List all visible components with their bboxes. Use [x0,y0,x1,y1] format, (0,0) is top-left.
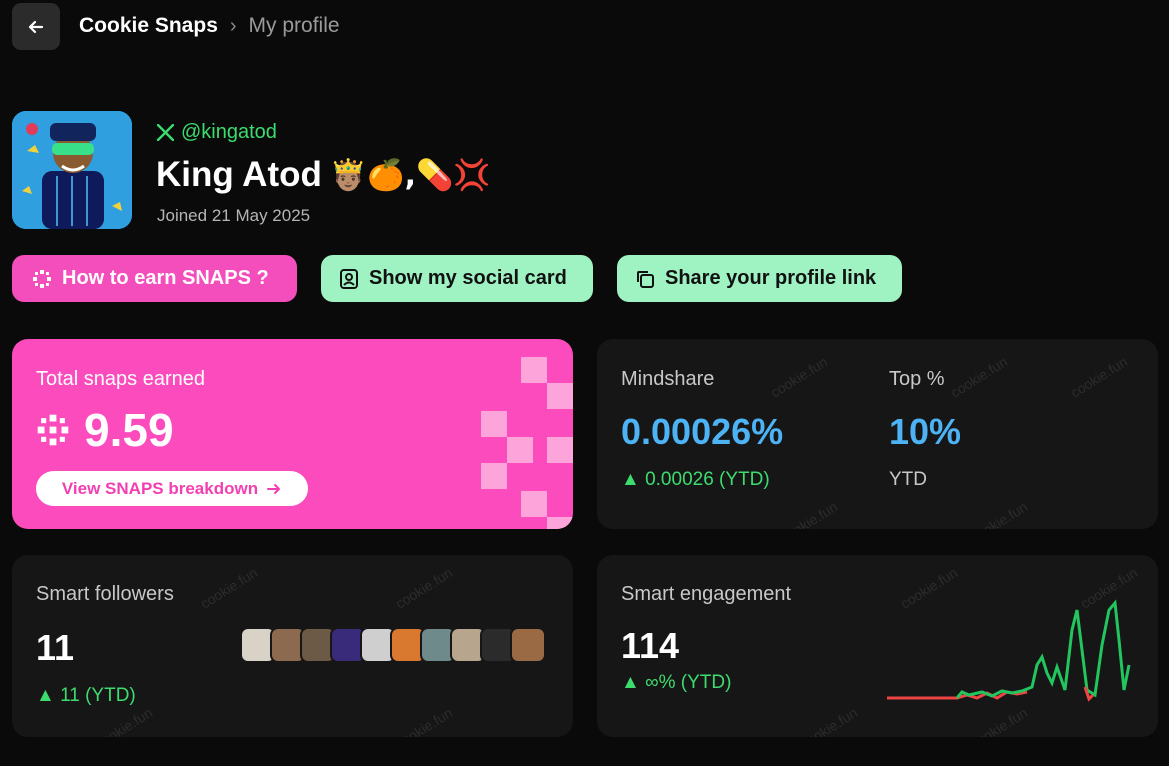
mindshare-delta: ▲ 0.00026 (YTD) [621,469,770,490]
arrow-right-icon [267,483,281,494]
engagement-sparkline [887,599,1131,702]
watermark: cookie.fun [392,564,456,612]
snaps-value-text: 9.59 [84,404,174,456]
watermark: cookie.fun [1067,353,1131,401]
profile-name: King Atod 🤴🏽🍊,💊💢 [156,155,491,195]
x-logo-icon [157,124,174,141]
snaps-icon [37,414,69,446]
follower-avatar[interactable] [510,627,546,663]
avatar [12,111,132,229]
smart-followers-delta: ▲ 11 (YTD) [36,685,136,706]
snaps-value: 9.59 [36,403,174,457]
chevron-right-icon: › [229,14,237,37]
social-card-button[interactable]: Show my social card [321,255,593,302]
handle-text: @kingatod [181,121,277,143]
copy-icon [637,270,654,288]
share-profile-button[interactable]: Share your profile link [617,255,902,302]
watermark: cookie.fun [767,353,831,401]
x-handle[interactable]: @kingatod [157,121,277,144]
watermark: cookie.fun [197,564,261,612]
breakdown-label: View SNAPS breakdown [61,478,259,498]
follower-avatars[interactable] [240,627,546,663]
top-percent-value: 10% [889,411,962,452]
smart-engagement-label: Smart engagement [621,583,792,605]
watermark: cookie.fun [797,704,861,737]
watermark: cookie.fun [947,353,1011,401]
smart-engagement-delta: ▲ ∞% (YTD) [621,672,732,693]
watermark: cookie.fun [967,498,1031,529]
smart-followers-value: 11 [36,627,75,668]
how-to-earn-button[interactable]: How to earn SNAPS ? [12,255,297,302]
id-card-icon [340,268,358,289]
snaps-icon [33,269,51,288]
snaps-label: Total snaps earned [36,368,206,390]
joined-date: Joined 21 May 2025 [157,206,311,225]
name-text: King Atod [156,155,322,194]
top-percent-period: YTD [889,469,927,490]
name-emoji: 🤴🏽🍊,💊💢 [329,157,491,193]
watermark: cookie.fun [392,704,456,737]
mindshare-value: 0.00026% [621,411,784,452]
mindshare-label: Mindshare [621,368,715,390]
arrow-left-icon [28,20,44,33]
mindshare-card: cookie.fun cookie.fun cookie.fun cookie.… [597,339,1158,529]
watermark: cookie.fun [777,498,841,529]
pixel-decoration [481,357,573,529]
sparkline-rising-segment [955,599,1131,699]
snaps-card: Total snaps earned 9.59 View SNAPS break… [12,339,573,529]
back-button[interactable] [12,3,60,50]
snaps-breakdown-button[interactable]: View SNAPS breakdown [36,471,308,506]
breadcrumb: Cookie Snaps › My profile [79,14,340,38]
how-to-earn-label: How to earn SNAPS ? [62,267,269,289]
breadcrumb-current: My profile [248,14,340,37]
smart-followers-label: Smart followers [36,583,174,605]
share-profile-label: Share your profile link [665,267,877,289]
smart-engagement-value: 114 [621,625,680,666]
social-card-label: Show my social card [369,267,567,289]
smart-engagement-card: cookie.fun cookie.fun cookie.fun cookie.… [597,555,1158,737]
watermark: cookie.fun [92,704,156,737]
top-percent-label: Top % [889,368,945,390]
smart-followers-card: cookie.fun cookie.fun cookie.fun cookie.… [12,555,573,737]
breadcrumb-root[interactable]: Cookie Snaps [79,14,218,38]
